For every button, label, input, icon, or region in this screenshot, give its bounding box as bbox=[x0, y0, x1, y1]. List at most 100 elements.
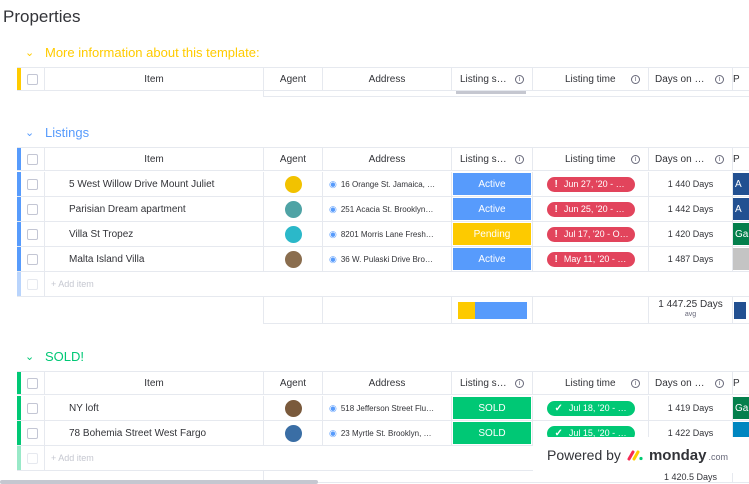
avatar[interactable] bbox=[283, 174, 303, 194]
column-address[interactable]: Address bbox=[323, 68, 452, 90]
info-icon[interactable]: i bbox=[515, 379, 524, 388]
column-agent[interactable]: Agent bbox=[264, 68, 323, 90]
p-cell[interactable]: Ga bbox=[733, 396, 749, 420]
add-item-cell[interactable]: + Add item bbox=[45, 272, 749, 296]
select-all-checkbox[interactable] bbox=[21, 372, 45, 394]
item-name[interactable]: Villa St Tropez bbox=[45, 229, 133, 240]
address-cell[interactable]: ◉ 23 Myrtle St. Brooklyn, … bbox=[323, 421, 452, 445]
timeline-cell[interactable]: ! Jun 27, '20 - … bbox=[533, 172, 649, 196]
timeline-pill[interactable]: ! Jun 27, '20 - … bbox=[546, 176, 635, 192]
column-item[interactable]: Item bbox=[45, 148, 264, 170]
column-p[interactable]: P bbox=[733, 68, 749, 90]
column-listing-time[interactable]: Listing time i bbox=[533, 148, 649, 170]
column-listing-time[interactable]: Listing time i bbox=[533, 68, 649, 90]
timeline-pill[interactable]: ✓ Jul 18, '20 - … bbox=[546, 400, 635, 416]
column-listing-status[interactable]: Listing s… i bbox=[452, 372, 533, 394]
chevron-down-icon[interactable]: ⌄ bbox=[25, 46, 35, 59]
row-checkbox[interactable] bbox=[21, 172, 45, 196]
table-row[interactable]: Villa St Tropez ◉ 8201 Morris Lane Fresh…… bbox=[17, 222, 749, 247]
group-header-listings[interactable]: ⌄ Listings bbox=[25, 123, 89, 141]
row-checkbox[interactable] bbox=[21, 197, 45, 221]
timeline-cell[interactable]: ! May 11, '20 - … bbox=[533, 247, 649, 271]
info-icon[interactable]: i bbox=[715, 155, 724, 164]
timeline-pill[interactable]: ! Jun 25, '20 - … bbox=[546, 201, 635, 217]
p-label[interactable]: Ga bbox=[733, 223, 749, 245]
status-cell[interactable]: Active bbox=[452, 172, 533, 196]
p-cell[interactable]: A bbox=[733, 197, 749, 221]
info-icon[interactable]: i bbox=[631, 379, 640, 388]
table-row[interactable]: Malta Island Villa ◉ 36 W. Pulaski Drive … bbox=[17, 247, 749, 272]
status-label[interactable]: Active bbox=[453, 198, 531, 220]
p-cell[interactable]: Ga bbox=[733, 222, 749, 246]
p-cell[interactable]: A bbox=[733, 172, 749, 196]
item-name[interactable]: NY loft bbox=[45, 403, 99, 414]
summary-status[interactable] bbox=[452, 297, 533, 323]
column-days-on[interactable]: Days on … i bbox=[649, 148, 733, 170]
timeline-cell[interactable]: ! Jul 17, '20 - O… bbox=[533, 222, 649, 246]
info-icon[interactable]: i bbox=[515, 75, 524, 84]
status-cell[interactable]: SOLD bbox=[452, 421, 533, 445]
avatar[interactable] bbox=[283, 398, 303, 418]
add-item-row[interactable]: + Add item bbox=[17, 272, 749, 297]
table-row[interactable]: NY loft ◉ 518 Jefferson Street Flu… SOLD … bbox=[17, 396, 749, 421]
agent-cell[interactable] bbox=[264, 421, 323, 445]
address-cell[interactable]: ◉ 251 Acacia St. Brooklyn… bbox=[323, 197, 452, 221]
table-row[interactable]: Parisian Dream apartment ◉ 251 Acacia St.… bbox=[17, 197, 749, 222]
item-name[interactable]: Parisian Dream apartment bbox=[45, 204, 186, 215]
item-name[interactable]: Malta Island Villa bbox=[45, 254, 144, 265]
item-name-cell[interactable]: NY loft bbox=[45, 396, 264, 420]
column-address[interactable]: Address bbox=[323, 148, 452, 170]
status-label[interactable]: Active bbox=[453, 173, 531, 195]
agent-cell[interactable] bbox=[264, 396, 323, 420]
agent-cell[interactable] bbox=[264, 222, 323, 246]
column-listing-status[interactable]: Listing s… i bbox=[452, 68, 533, 90]
row-checkbox[interactable] bbox=[21, 247, 45, 271]
timeline-cell[interactable]: ✓ Jul 18, '20 - … bbox=[533, 396, 649, 420]
add-item-input[interactable]: + Add item bbox=[45, 279, 94, 289]
item-name[interactable]: 5 West Willow Drive Mount Juliet bbox=[45, 179, 214, 190]
agent-cell[interactable] bbox=[264, 172, 323, 196]
agent-cell[interactable] bbox=[264, 197, 323, 221]
horizontal-scrollbar[interactable] bbox=[0, 480, 318, 484]
column-days-on[interactable]: Days on … i bbox=[649, 372, 733, 394]
column-listing-status[interactable]: Listing s… i bbox=[452, 148, 533, 170]
agent-cell[interactable] bbox=[264, 247, 323, 271]
add-item-input[interactable]: + Add item bbox=[45, 453, 94, 463]
avatar[interactable] bbox=[283, 224, 303, 244]
column-p[interactable]: P bbox=[733, 372, 749, 394]
column-agent[interactable]: Agent bbox=[264, 148, 323, 170]
info-icon[interactable]: i bbox=[515, 155, 524, 164]
item-name-cell[interactable]: Villa St Tropez bbox=[45, 222, 264, 246]
item-name[interactable]: 78 Bohemia Street West Fargo bbox=[45, 428, 206, 439]
status-summary-bar[interactable] bbox=[457, 301, 527, 319]
status-cell[interactable]: SOLD bbox=[452, 396, 533, 420]
chevron-down-icon[interactable]: ⌄ bbox=[25, 350, 35, 363]
column-address[interactable]: Address bbox=[323, 372, 452, 394]
column-agent[interactable]: Agent bbox=[264, 372, 323, 394]
column-item[interactable]: Item bbox=[45, 68, 264, 90]
p-label[interactable]: A bbox=[733, 173, 749, 195]
p-label[interactable]: A bbox=[733, 198, 749, 220]
address-cell[interactable]: ◉ 518 Jefferson Street Flu… bbox=[323, 396, 452, 420]
avatar[interactable] bbox=[283, 423, 303, 443]
address-cell[interactable]: ◉ 16 Orange St. Jamaica, … bbox=[323, 172, 452, 196]
group-header-info[interactable]: ⌄ More information about this template: bbox=[25, 43, 260, 61]
info-icon[interactable]: i bbox=[715, 379, 724, 388]
avatar[interactable] bbox=[283, 199, 303, 219]
p-cell[interactable] bbox=[733, 247, 749, 271]
timeline-pill[interactable]: ! Jul 17, '20 - O… bbox=[546, 226, 635, 242]
column-item[interactable]: Item bbox=[45, 372, 264, 394]
status-label[interactable]: Active bbox=[453, 248, 531, 270]
item-name-cell[interactable]: 78 Bohemia Street West Fargo bbox=[45, 421, 264, 445]
chevron-down-icon[interactable]: ⌄ bbox=[25, 126, 35, 139]
select-all-checkbox[interactable] bbox=[21, 148, 45, 170]
status-label[interactable]: SOLD bbox=[453, 422, 531, 444]
address-cell[interactable]: ◉ 8201 Morris Lane Fresh… bbox=[323, 222, 452, 246]
info-icon[interactable]: i bbox=[715, 75, 724, 84]
p-label[interactable] bbox=[733, 248, 749, 270]
status-cell[interactable]: Active bbox=[452, 197, 533, 221]
row-checkbox[interactable] bbox=[21, 396, 45, 420]
status-cell[interactable]: Pending bbox=[452, 222, 533, 246]
select-all-checkbox[interactable] bbox=[21, 68, 45, 90]
status-label[interactable]: SOLD bbox=[453, 397, 531, 419]
